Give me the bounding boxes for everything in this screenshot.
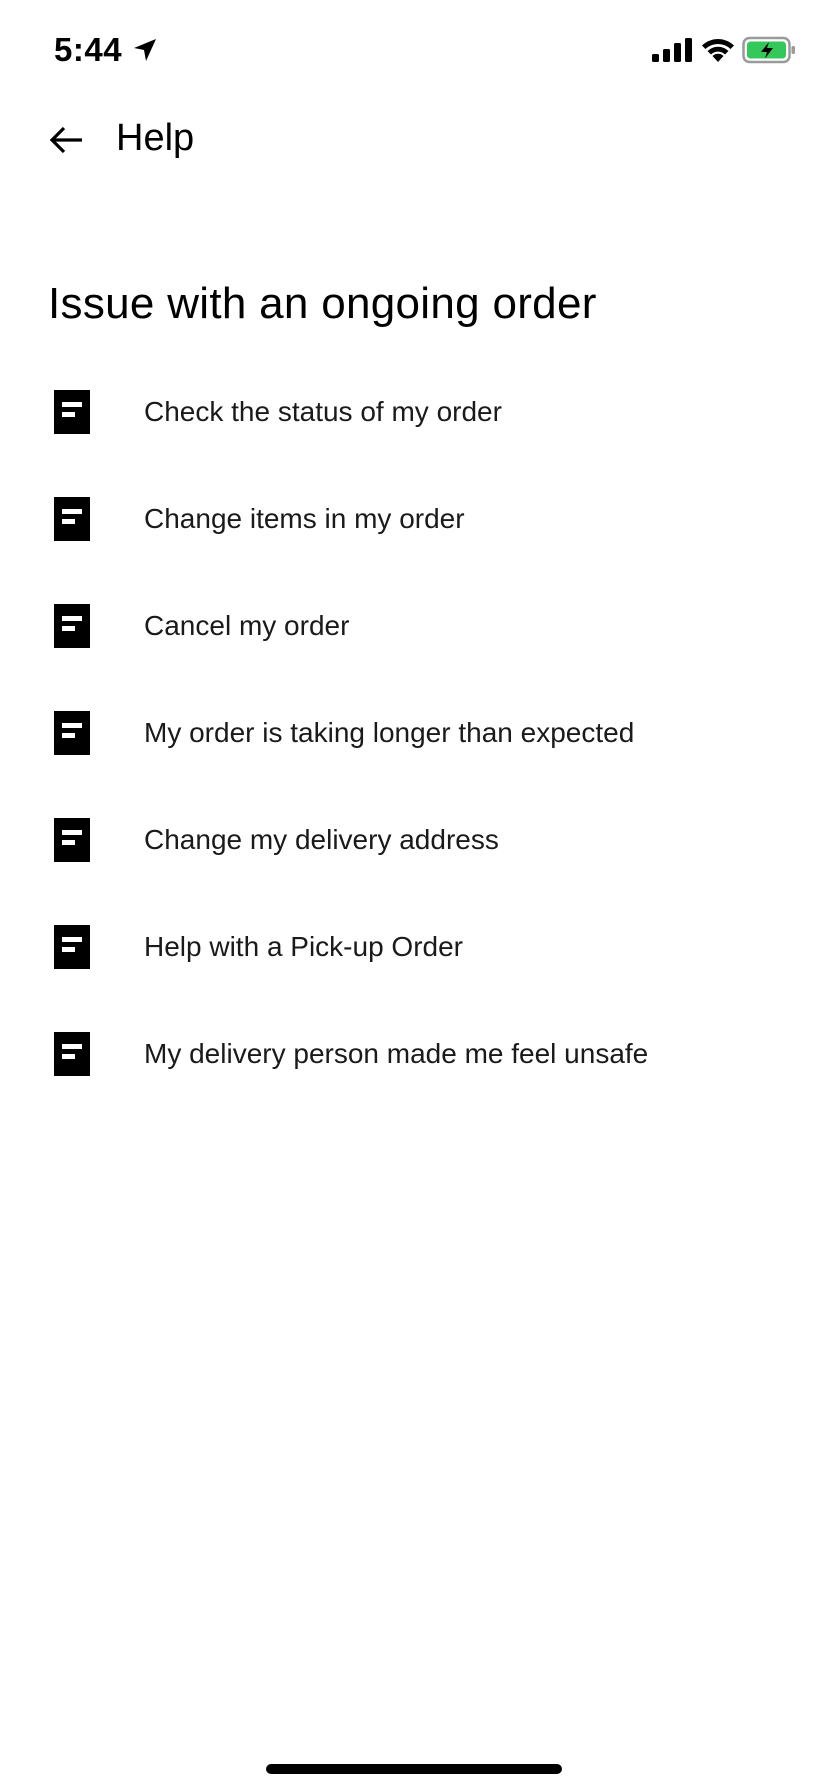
topic-change-address[interactable]: Change my delivery address — [0, 790, 828, 897]
page-title: Help — [116, 117, 195, 159]
topic-check-status[interactable]: Check the status of my order — [0, 362, 828, 469]
document-icon — [54, 925, 90, 969]
topic-order-delayed[interactable]: My order is taking longer than expected — [0, 683, 828, 790]
wifi-icon — [702, 39, 734, 62]
document-icon — [54, 1032, 90, 1076]
topic-label: Check the status of my order — [144, 396, 502, 427]
help-topics-list: Check the status of my order Change item… — [0, 362, 828, 1111]
topic-change-items[interactable]: Change items in my order — [0, 469, 828, 576]
topic-label: My order is taking longer than expected — [144, 717, 635, 748]
cellular-signal-icon — [652, 38, 692, 62]
topic-cancel-order[interactable]: Cancel my order — [0, 576, 828, 683]
location-arrow-icon — [134, 39, 156, 61]
topic-label: Cancel my order — [144, 610, 350, 641]
topic-label: Help with a Pick-up Order — [144, 931, 464, 962]
battery-charging-icon — [742, 36, 795, 64]
topic-label: Change items in my order — [144, 503, 465, 534]
topic-pickup-order[interactable]: Help with a Pick-up Order — [0, 897, 828, 1004]
help-screen: 5:44 Help Issue with an ongoing order Ch… — [0, 0, 828, 1792]
back-button[interactable] — [36, 114, 96, 166]
header-bar: Help — [0, 100, 828, 180]
arrow-left-icon — [49, 126, 82, 154]
status-time: 5:44 — [54, 31, 123, 68]
section-title: Issue with an ongoing order — [48, 279, 597, 328]
home-indicator[interactable] — [266, 1764, 562, 1774]
topic-label: My delivery person made me feel unsafe — [144, 1038, 649, 1069]
topic-label: Change my delivery address — [144, 824, 499, 855]
document-icon — [54, 604, 90, 648]
status-bar: 5:44 — [0, 0, 828, 100]
document-icon — [54, 818, 90, 862]
document-icon — [54, 497, 90, 541]
topic-unsafe-delivery[interactable]: My delivery person made me feel unsafe — [0, 1004, 828, 1111]
document-icon — [54, 711, 90, 755]
document-icon — [54, 390, 90, 434]
